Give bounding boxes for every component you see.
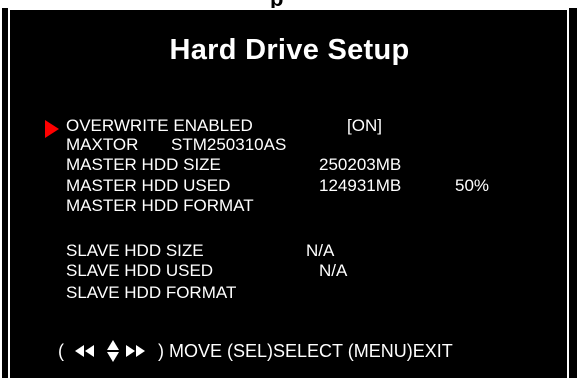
menu-item-overwrite[interactable]: OVERWRITE ENABLED	[66, 116, 253, 136]
menu-item-slave-format[interactable]: SLAVE HDD FORMAT	[66, 283, 236, 303]
drive-brand: MAXTOR	[66, 135, 139, 154]
cropped-heading-text: p	[270, 0, 283, 8]
menu-item-master-size: MASTER HDD SIZE	[66, 155, 221, 174]
four-way-arrows-icon	[75, 340, 145, 362]
master-used-value: 124931MB	[319, 176, 402, 195]
top-strip: p	[0, 0, 579, 8]
page-title: Hard Drive Setup	[169, 34, 410, 66]
slave-size-value: N/A	[306, 241, 335, 260]
selection-cursor-icon	[45, 120, 59, 138]
overwrite-value[interactable]: [ON]	[347, 116, 382, 136]
drive-model: STM250310AS	[171, 135, 287, 154]
osd-screen: Hard Drive Setup OVERWRITE ENABLED [ON] …	[2, 8, 577, 378]
slave-used-value: N/A	[319, 261, 348, 280]
hint-open-paren: (	[58, 341, 64, 361]
navigation-hint: ( ) MOVE (SEL)SELECT (MENU)EXIT	[58, 338, 453, 364]
menu-item-master-used: MASTER HDD USED	[66, 176, 231, 195]
menu-item-master-format[interactable]: MASTER HDD FORMAT	[66, 196, 254, 216]
master-used-percent: 50%	[455, 176, 490, 195]
master-size-value: 250203MB	[319, 155, 402, 174]
menu-item-slave-size: SLAVE HDD SIZE	[66, 241, 204, 260]
hint-text: ) MOVE (SEL)SELECT (MENU)EXIT	[158, 341, 453, 361]
menu-item-slave-used: SLAVE HDD USED	[66, 261, 214, 280]
